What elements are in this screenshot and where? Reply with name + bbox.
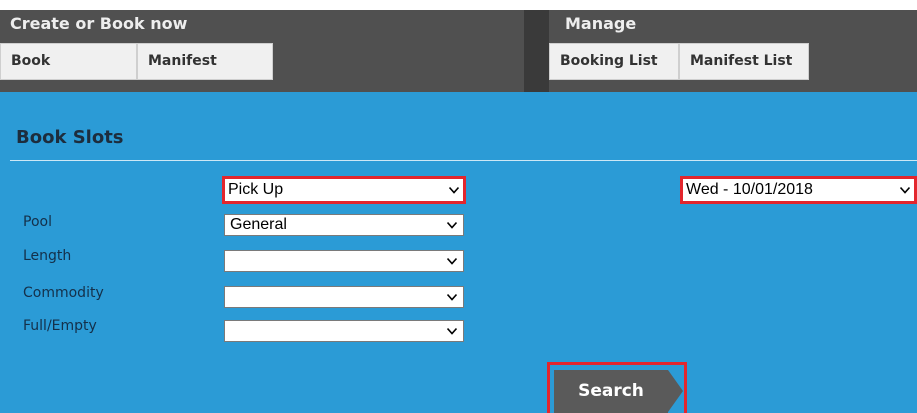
create-section-title: Create or Book now (10, 14, 188, 33)
main-content: Book Slots Pick Up Wed - 10/01/2018 Pool… (0, 92, 917, 413)
tab-manifest[interactable]: Manifest (137, 43, 273, 80)
chevron-down-icon (900, 186, 910, 194)
create-section: Create or Book now Book Manifest (0, 10, 524, 92)
length-select[interactable] (224, 250, 464, 272)
commodity-label: Commodity (23, 285, 104, 301)
length-label: Length (23, 248, 72, 264)
manage-section: Manage Booking List Manifest List (549, 10, 917, 92)
type-select[interactable]: Pick Up (222, 176, 466, 204)
chevron-down-icon (449, 186, 459, 194)
chevron-down-icon (447, 257, 457, 265)
date-select-value: Wed - 10/01/2018 (686, 181, 813, 198)
pool-label: Pool (23, 214, 52, 230)
tab-manifest-list[interactable]: Manifest List (679, 43, 809, 80)
tab-book[interactable]: Book (0, 43, 137, 80)
top-navigation: Create or Book now Book Manifest Manage … (0, 0, 917, 92)
page-title: Book Slots (16, 127, 124, 148)
pool-select[interactable]: General (224, 214, 464, 236)
chevron-down-icon (447, 293, 457, 301)
date-select[interactable]: Wed - 10/01/2018 (680, 176, 917, 204)
search-highlight: Search (547, 362, 687, 413)
full-empty-label: Full/Empty (23, 318, 97, 334)
section-divider (524, 10, 549, 92)
chevron-down-icon (447, 327, 457, 335)
commodity-select[interactable] (224, 286, 464, 308)
pool-select-value: General (230, 216, 287, 233)
title-divider (10, 160, 917, 161)
manage-section-title: Manage (565, 14, 637, 33)
search-button[interactable]: Search (554, 370, 683, 413)
full-empty-select[interactable] (224, 320, 464, 342)
tab-booking-list[interactable]: Booking List (549, 43, 679, 80)
chevron-down-icon (447, 221, 457, 229)
type-select-value: Pick Up (228, 181, 284, 198)
